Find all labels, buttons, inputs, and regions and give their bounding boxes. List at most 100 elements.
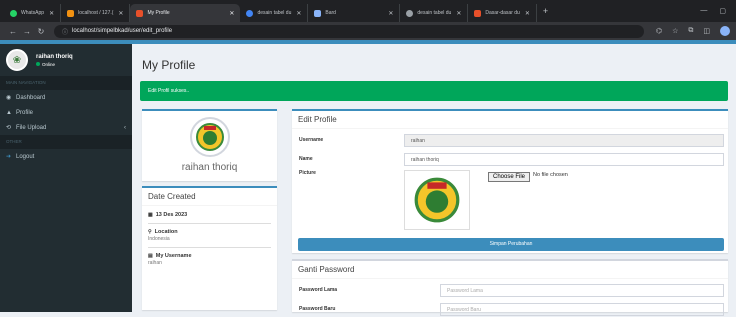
divider <box>148 247 271 248</box>
profile-avatar-icon[interactable] <box>720 26 730 36</box>
close-icon[interactable]: ✕ <box>291 10 301 17</box>
minimize-icon[interactable]: — <box>700 7 707 15</box>
extensions-icon[interactable]: ⧉ <box>688 27 693 35</box>
window-controls: — ▢ <box>700 7 736 15</box>
name-row: Name raihan thoriq <box>292 151 728 167</box>
sidebar-section-other: OTHER <box>0 135 132 149</box>
sidebar-section-main: MAIN NAVIGATION <box>0 76 132 90</box>
browser-tab-bar: WhatsApp ✕ localhost / 127.( ✕ My Profil… <box>0 0 736 22</box>
username-field[interactable]: raihan <box>404 133 724 147</box>
username-field-label: Username <box>299 137 324 143</box>
page-title: My Profile <box>142 58 196 72</box>
sidebar-item-label: Dashboard <box>16 94 46 101</box>
divider <box>148 223 271 224</box>
sidebar-item-profile[interactable]: ▲ Profile <box>0 105 132 120</box>
date-created-title: Date Created <box>142 188 277 206</box>
url-bar[interactable]: ⓘ localhost/simpelbkad/user/edit_profile <box>54 24 644 38</box>
tab-label: WhatsApp <box>21 10 45 16</box>
tab-desain-tabel[interactable]: desain tabel du ✕ <box>240 4 309 22</box>
tab-dasar-dasar[interactable]: Dasar-dasar du ✕ <box>468 4 537 22</box>
date-created: ▦ 13 Des 2023 <box>148 212 271 218</box>
sidebar-item-label: Profile <box>16 109 34 116</box>
online-dot-icon <box>36 62 40 66</box>
tab-label: Dasar-dasar du <box>485 10 520 16</box>
forward-icon[interactable]: → <box>20 27 34 36</box>
tab-label: desain tabel du <box>257 10 292 16</box>
map-marker-icon: ⚲ <box>148 229 152 235</box>
emblem-icon <box>195 123 224 151</box>
tab-bard[interactable]: Bard ✕ <box>308 4 401 22</box>
profile-picture <box>189 117 230 157</box>
main-content: My Profile Edit Profil sukses.. raihan t… <box>132 44 736 316</box>
username-label-text: My Username <box>155 253 192 259</box>
browser-actions: ⌬ ☆ ⧉ ◫ <box>656 26 730 36</box>
status-label: Online <box>42 61 56 67</box>
page-favicon-icon <box>136 9 144 17</box>
emblem-icon <box>414 177 460 223</box>
close-icon[interactable]: ✕ <box>383 10 393 17</box>
save-changes-button[interactable]: Simpan Perubahan <box>298 238 724 251</box>
translate-icon[interactable]: ⌬ <box>656 27 662 35</box>
search-icon <box>406 9 414 17</box>
username-row: Username raihan <box>292 132 728 148</box>
new-password-label: Password Baru <box>299 306 336 312</box>
choose-file-button[interactable]: Choose File <box>488 172 531 182</box>
old-password-label: Password Lama <box>299 287 338 293</box>
page-favicon-icon <box>474 9 482 17</box>
tab-desain-tabel-2[interactable]: desain tabel du ✕ <box>400 4 469 22</box>
file-input[interactable]: Choose File No file chosen <box>488 172 568 232</box>
tab-my-profile[interactable]: My Profile ✕ <box>130 4 241 22</box>
profile-card: raihan thoriq <box>142 109 277 181</box>
profile-name: raihan thoriq <box>181 162 238 173</box>
maximize-icon[interactable]: ▢ <box>719 7 726 15</box>
info-card: Date Created ▦ 13 Des 2023 ⚲ Location In… <box>142 186 277 310</box>
sidebar-item-logout[interactable]: ➜ Logout <box>0 149 132 164</box>
sidebar-item-label: Logout <box>16 153 35 160</box>
chevron-left-icon: ‹ <box>124 124 126 131</box>
user-panel: ❀ raihan thoriq Online <box>0 44 132 76</box>
tab-whatsapp[interactable]: WhatsApp ✕ <box>4 4 62 22</box>
name-field[interactable]: raihan thoriq <box>404 152 724 166</box>
sidebar-item-label: File Upload <box>16 124 47 131</box>
tab-label: My Profile <box>147 10 170 16</box>
close-icon[interactable]: ✕ <box>520 10 530 17</box>
picture-field-label: Picture <box>299 170 316 176</box>
new-password-field[interactable]: Password Baru <box>440 302 724 316</box>
google-icon <box>246 9 254 17</box>
tab-localhost[interactable]: localhost / 127.( ✕ <box>61 4 131 22</box>
phpmyadmin-icon <box>67 9 75 17</box>
close-icon[interactable]: ✕ <box>224 10 234 17</box>
calendar-icon: ▦ <box>148 212 153 218</box>
location-value: Indonesia <box>148 236 170 242</box>
change-password-title: Ganti Password <box>292 261 728 279</box>
close-icon[interactable]: ✕ <box>451 10 461 17</box>
picture-row: Picture Choose File No file chosen <box>292 170 728 232</box>
close-icon[interactable]: ✕ <box>44 10 54 17</box>
username-label: ▤ My Username <box>148 253 271 259</box>
online-status: Online <box>36 62 73 67</box>
whatsapp-icon <box>10 9 17 17</box>
new-tab-icon[interactable]: + <box>543 6 548 16</box>
tab-label: Bard <box>325 10 336 16</box>
new-password-row: Password Baru Password Baru <box>292 301 728 317</box>
success-alert: Edit Profil sukses.. <box>140 81 728 101</box>
sidebar: ❀ raihan thoriq Online MAIN NAVIGATION ◉… <box>0 44 132 312</box>
sidebar-item-file-upload[interactable]: ⟲ File Upload ‹ <box>0 120 132 135</box>
sidebar-item-dashboard[interactable]: ◉ Dashboard <box>0 90 132 105</box>
avatar: ❀ <box>6 49 28 71</box>
site-info-icon[interactable]: ⓘ <box>62 27 68 36</box>
old-password-field[interactable]: Password Lama <box>440 283 724 297</box>
close-icon[interactable]: ✕ <box>113 10 123 17</box>
location-label: ⚲ Location <box>148 229 271 235</box>
side-panel-icon[interactable]: ◫ <box>703 27 710 35</box>
edit-profile-title: Edit Profile <box>292 111 728 129</box>
edit-profile-card: Edit Profile Username raihan Name raihan… <box>292 109 728 253</box>
bookmark-star-icon[interactable]: ☆ <box>672 27 678 35</box>
sidebar-user-name: raihan thoriq <box>36 53 73 60</box>
address-bar-row: ← → ↻ ⓘ localhost/simpelbkad/user/edit_p… <box>0 22 736 40</box>
reload-icon[interactable]: ↻ <box>34 27 48 36</box>
date-value: 13 Des 2023 <box>155 212 188 218</box>
tab-label: localhost / 127.( <box>78 10 114 16</box>
back-icon[interactable]: ← <box>6 27 20 36</box>
no-file-label: No file chosen <box>533 172 568 178</box>
